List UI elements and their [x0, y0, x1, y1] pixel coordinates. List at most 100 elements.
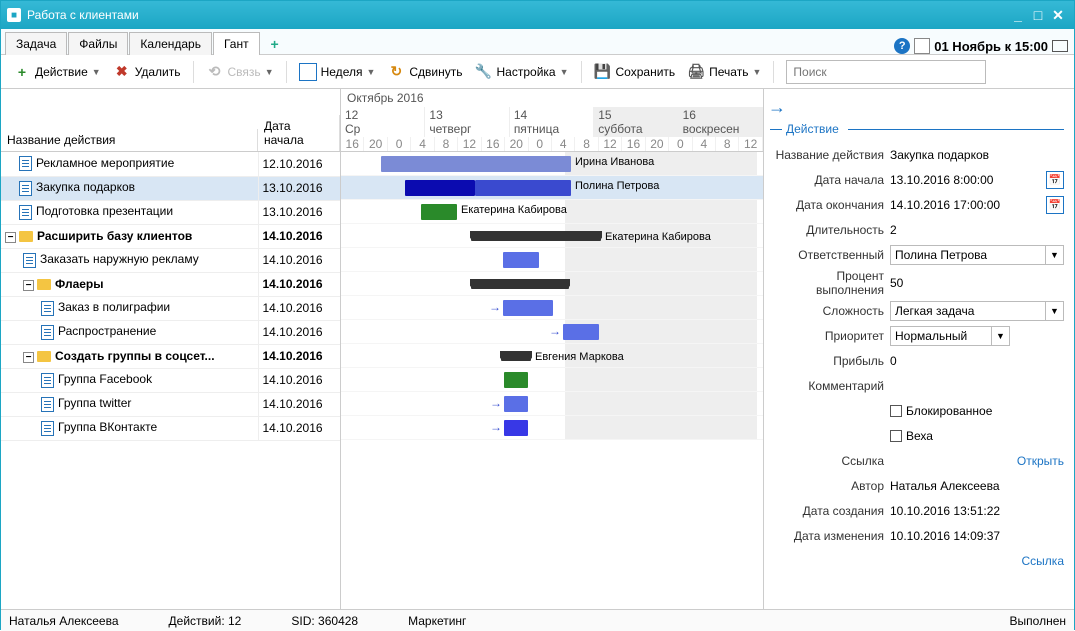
table-row[interactable]: Заказать наружную рекламу14.10.2016 [1, 248, 340, 272]
column-start-header[interactable]: Дата начала [258, 115, 340, 151]
task-name: Группа twitter [58, 396, 131, 410]
task-name: Распространение [58, 324, 156, 338]
wrench-icon: 🔧 [475, 63, 493, 81]
table-row[interactable]: Заказ в полиграфии14.10.2016 [1, 296, 340, 320]
gantt-hour-tick: 0 [388, 137, 411, 151]
field-end[interactable]: 14.10.2016 17:00:00 [890, 198, 1042, 212]
table-row[interactable]: Подготовка презентации13.10.2016 [1, 200, 340, 224]
expander-icon[interactable]: − [5, 232, 16, 243]
gantt-row[interactable]: → [341, 416, 763, 440]
priority-dropdown-icon[interactable]: ▼ [992, 326, 1010, 346]
add-tab-button[interactable]: + [265, 34, 285, 54]
shift-button[interactable]: ↻ Сдвинуть [381, 60, 468, 84]
gantt-bar[interactable]: Полина Петрова [475, 180, 571, 196]
gantt-hour-tick: 20 [505, 137, 528, 151]
field-percent[interactable]: 50 [890, 276, 1064, 290]
gantt-bar[interactable]: → [563, 324, 599, 340]
field-complexity[interactable] [890, 301, 1046, 321]
table-row[interactable]: Группа ВКонтакте14.10.2016 [1, 416, 340, 440]
gantt-bar[interactable]: → [504, 420, 528, 436]
minimize-button[interactable]: _ [1008, 7, 1028, 23]
document-icon [41, 397, 54, 412]
field-duration[interactable]: 2 [890, 223, 1064, 237]
gantt-row[interactable]: → [341, 296, 763, 320]
gantt-bar[interactable]: Ирина Иванова [381, 156, 571, 172]
help-icon[interactable]: ? [894, 38, 910, 54]
gantt-row[interactable]: Екатерина Кабирова [341, 200, 763, 224]
table-row[interactable]: −Расширить базу клиентов14.10.2016 [1, 224, 340, 248]
expander-icon[interactable]: − [23, 280, 34, 291]
gantt-row[interactable]: Евгения Маркова [341, 344, 763, 368]
gantt-row[interactable]: → [341, 392, 763, 416]
tab-calendar[interactable]: Календарь [129, 32, 212, 55]
gantt-hour-tick: 20 [364, 137, 387, 151]
table-row[interactable]: Распространение14.10.2016 [1, 320, 340, 344]
save-button[interactable]: 💾 Сохранить [588, 60, 682, 84]
settings-button[interactable]: 🔧 Настройка ▼ [469, 60, 575, 84]
dependency-arrow-icon: → [490, 396, 502, 410]
gantt-bar[interactable]: → [503, 300, 553, 316]
gantt-bar[interactable] [405, 180, 475, 196]
table-row[interactable]: Рекламное мероприятие12.10.2016 [1, 152, 340, 176]
status-done: Выполнен [1010, 614, 1066, 628]
link-button[interactable]: ⟲ Связь ▼ [200, 60, 280, 84]
expander-icon[interactable]: − [23, 352, 34, 363]
reference-link[interactable]: Ссылка [1022, 554, 1064, 568]
print-button[interactable]: 🖨 Печать ▼ [681, 60, 767, 84]
shift-icon: ↻ [387, 63, 405, 81]
task-name: Подготовка презентации [36, 204, 173, 218]
gantt-bar[interactable]: → [504, 396, 528, 412]
gantt-row[interactable] [341, 272, 763, 296]
end-datepicker-icon[interactable]: 📅 [1046, 196, 1064, 214]
complexity-dropdown-icon[interactable]: ▼ [1046, 301, 1064, 321]
tab-gantt[interactable]: Гант [213, 32, 260, 55]
blocked-checkbox[interactable] [890, 405, 902, 417]
task-date: 14.10.2016 [258, 344, 340, 368]
document-icon [19, 181, 32, 196]
task-name: Заказать наружную рекламу [40, 252, 199, 266]
gantt-row[interactable]: Ирина Иванова [341, 152, 763, 176]
gantt-bar[interactable]: Екатерина Кабирова [421, 204, 457, 220]
table-row[interactable]: −Флаеры14.10.2016 [1, 272, 340, 296]
gantt-row[interactable]: Екатерина Кабирова [341, 224, 763, 248]
gantt-row[interactable]: → [341, 320, 763, 344]
field-start[interactable]: 13.10.2016 8:00:00 [890, 173, 1042, 187]
table-row[interactable]: Закупка подарков13.10.2016 [1, 176, 340, 200]
gantt-row[interactable] [341, 248, 763, 272]
field-author: Наталья Алексеева [890, 479, 1064, 493]
table-row[interactable]: −Создать группы в соцсет...14.10.2016 [1, 344, 340, 368]
action-button[interactable]: + Действие ▼ [7, 60, 107, 84]
calendar-icon[interactable] [914, 38, 930, 54]
table-row[interactable]: Группа Facebook14.10.2016 [1, 368, 340, 392]
gantt-summary-bar[interactable]: Екатерина Кабирова [471, 231, 601, 241]
gantt-bar[interactable] [504, 372, 528, 388]
milestone-checkbox[interactable] [890, 430, 902, 442]
field-responsible[interactable] [890, 245, 1046, 265]
gantt-row[interactable]: Полина Петрова [341, 176, 763, 200]
gantt-summary-bar[interactable] [471, 279, 569, 289]
delete-button[interactable]: ✖ Удалить [107, 60, 187, 84]
gantt-hour-tick: 8 [575, 137, 598, 151]
gantt-bar[interactable] [503, 252, 539, 268]
table-row[interactable]: Группа twitter14.10.2016 [1, 392, 340, 416]
gantt-hour-tick: 12 [458, 137, 481, 151]
field-name[interactable]: Закупка подарков [890, 148, 1064, 162]
gantt-hour-tick: 16 [482, 137, 505, 151]
tab-files[interactable]: Файлы [68, 32, 128, 55]
responsible-dropdown-icon[interactable]: ▼ [1046, 245, 1064, 265]
task-date: 14.10.2016 [258, 224, 340, 248]
maximize-button[interactable]: □ [1028, 7, 1048, 23]
field-priority[interactable] [890, 326, 992, 346]
start-datepicker-icon[interactable]: 📅 [1046, 171, 1064, 189]
open-link[interactable]: Открыть [1017, 454, 1064, 468]
panel-collapse-icon[interactable]: → [768, 97, 786, 117]
gantt-summary-bar[interactable]: Евгения Маркова [501, 351, 531, 361]
gantt-row[interactable] [341, 368, 763, 392]
tab-task[interactable]: Задача [5, 32, 67, 55]
column-name-header[interactable]: Название действия [1, 129, 258, 151]
mail-icon[interactable] [1052, 40, 1068, 52]
week-button[interactable]: Неделя ▼ [293, 60, 382, 84]
search-input[interactable] [786, 60, 986, 84]
close-button[interactable]: ✕ [1048, 7, 1068, 24]
field-profit[interactable]: 0 [890, 354, 1064, 368]
